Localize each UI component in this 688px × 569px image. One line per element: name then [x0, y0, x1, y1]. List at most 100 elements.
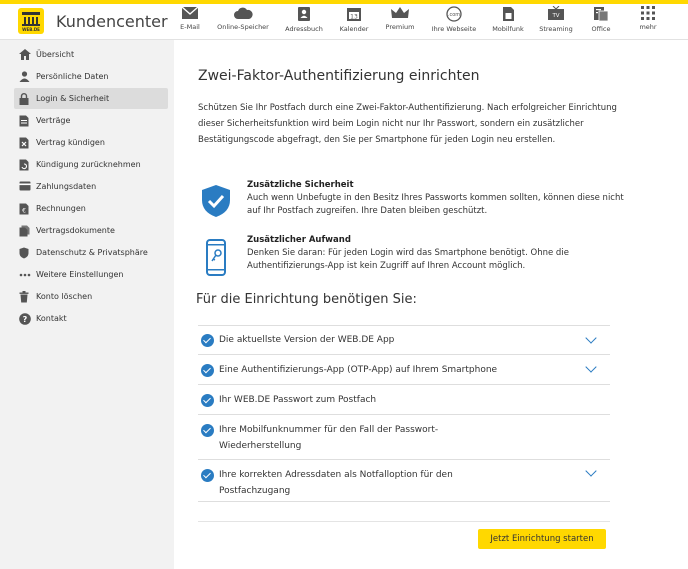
- contract-documents-icon: [19, 225, 30, 237]
- sidebar-item-label: Vertragsdokumente: [36, 226, 115, 235]
- benefit-text: Denken Sie daran: Für jeden Login wird d…: [247, 248, 569, 271]
- benefit-text: Auch wenn Unbefugte in den Besitz Ihres …: [247, 193, 624, 216]
- home-icon: [19, 49, 31, 60]
- check-icon: [201, 364, 214, 377]
- check-icon: [201, 394, 214, 407]
- chevron-down-icon[interactable]: [585, 465, 597, 477]
- requirement-label: Eine Authentifizierungs-App (OTP-App) au…: [219, 365, 498, 375]
- sidebar-item-zahlungsdaten[interactable]: Zahlungsdaten: [14, 176, 168, 197]
- euro-invoice-icon: €: [19, 203, 29, 215]
- nav-online-speicher[interactable]: Online-Speicher: [213, 6, 273, 31]
- cloud-icon: [234, 7, 253, 19]
- credit-card-icon: [19, 181, 31, 191]
- nav-label: Ihre Webseite: [431, 25, 477, 33]
- person-icon: [19, 71, 30, 82]
- sim-card-icon: [503, 7, 514, 21]
- requirement-label: Ihre Mobilfunknummer für den Fall der Pa…: [219, 425, 439, 451]
- shield-icon: [19, 247, 29, 259]
- requirement-label: Ihre korrekten Adressdaten als Notfallop…: [219, 470, 453, 496]
- sidebar-item-rechnungen[interactable]: € Rechnungen: [14, 198, 168, 219]
- chevron-down-icon[interactable]: [585, 332, 597, 344]
- nav-mehr[interactable]: mehr: [618, 6, 678, 31]
- sidebar-item-persoenliche-daten[interactable]: Persönliche Daten: [14, 66, 168, 87]
- check-icon: [201, 469, 214, 482]
- website-icon: .com: [446, 6, 462, 22]
- logo-text: WEB.DE: [22, 27, 40, 32]
- sidebar-item-label: Zahlungsdaten: [36, 182, 97, 191]
- requirement-item[interactable]: Eine Authentifizierungs-App (OTP-App) au…: [198, 354, 610, 384]
- requirement-item[interactable]: Ihre korrekten Adressdaten als Notfallop…: [198, 459, 610, 501]
- sidebar-item-label: Vertrag kündigen: [36, 138, 105, 147]
- tv-icon: TV: [548, 6, 564, 20]
- sidebar-item-vertraege[interactable]: Verträge: [14, 110, 168, 131]
- grid-icon: [641, 6, 655, 20]
- webde-logo[interactable]: WEB.DE: [18, 8, 44, 34]
- sidebar: Übersicht Persönliche Daten Login & Sich…: [0, 40, 174, 569]
- section-divider: [198, 521, 610, 522]
- sidebar-item-login-sicherheit[interactable]: Login & Sicherheit: [14, 88, 168, 109]
- sidebar-item-label: Verträge: [36, 116, 71, 125]
- benefit-title: Zusätzliche Sicherheit: [247, 180, 354, 190]
- svg-text:.com: .com: [448, 12, 460, 18]
- requirement-item: Ihre Mobilfunknummer für den Fall der Pa…: [198, 414, 610, 459]
- svg-text:13: 13: [350, 13, 358, 20]
- dots-icon: [19, 273, 31, 277]
- sidebar-item-vertragsdokumente[interactable]: Vertragsdokumente: [14, 220, 168, 241]
- sidebar-item-label: Konto löschen: [36, 292, 93, 301]
- check-icon: [201, 424, 214, 437]
- sidebar-item-weitere-einstellungen[interactable]: Weitere Einstellungen: [14, 264, 168, 285]
- smartphone-key-icon: [206, 239, 226, 276]
- undo-cancel-icon: [19, 159, 29, 171]
- sidebar-item-uebersicht[interactable]: Übersicht: [14, 44, 168, 65]
- sidebar-item-label: Datenschutz & Privatsphäre: [36, 248, 148, 257]
- calendar-icon: 13: [347, 8, 361, 21]
- requirement-item[interactable]: Die aktuellste Version der WEB.DE App: [198, 325, 610, 354]
- help-icon: ?: [19, 313, 31, 325]
- app-title: Kundencenter: [56, 12, 168, 31]
- sidebar-item-label: Übersicht: [36, 50, 75, 59]
- chevron-down-icon[interactable]: [585, 361, 597, 373]
- shield-check-icon: [202, 185, 230, 217]
- sidebar-item-label: Kontakt: [36, 314, 67, 323]
- cancel-contract-icon: [19, 137, 29, 149]
- sidebar-item-vertrag-kuendigen[interactable]: Vertrag kündigen: [14, 132, 168, 153]
- address-book-icon: [298, 7, 310, 21]
- nav-label: Premium: [385, 23, 415, 31]
- start-setup-button[interactable]: Jetzt Einrichtung starten: [478, 529, 606, 549]
- requirement-label: Die aktuellste Version der WEB.DE App: [219, 335, 395, 345]
- svg-text:TV: TV: [551, 13, 559, 19]
- sidebar-item-label: Login & Sicherheit: [36, 94, 110, 103]
- sidebar-item-kontakt[interactable]: ? Kontakt: [14, 308, 168, 329]
- nav-label: Online-Speicher: [217, 23, 269, 31]
- requirements-heading: Für die Einrichtung benötigen Sie:: [196, 292, 417, 307]
- sidebar-item-label: Persönliche Daten: [36, 72, 109, 81]
- benefit-security: Zusätzliche Sicherheit Auch wenn Unbefug…: [198, 180, 638, 220]
- sidebar-item-label: Weitere Einstellungen: [36, 270, 124, 279]
- list-divider: [198, 501, 610, 502]
- svg-text:?: ?: [23, 315, 28, 324]
- sidebar-item-datenschutz[interactable]: Datenschutz & Privatsphäre: [14, 242, 168, 263]
- mail-icon: [181, 6, 199, 19]
- lock-icon: [19, 93, 29, 105]
- nav-label: mehr: [639, 23, 657, 31]
- document-icon: [19, 115, 29, 127]
- benefit-title: Zusätzlicher Aufwand: [247, 235, 351, 245]
- sidebar-item-kuendigung-zuruecknehmen[interactable]: Kündigung zurücknehmen: [14, 154, 168, 175]
- nav-email[interactable]: E-Mail: [160, 6, 220, 31]
- nav-webseite[interactable]: .com Ihre Webseite: [424, 6, 484, 33]
- sidebar-item-label: Rechnungen: [36, 204, 86, 213]
- main-content: Zwei-Faktor-Authentifizierung einrichten…: [174, 40, 688, 569]
- intro-text: Schützen Sie Ihr Postfach durch eine Zwe…: [198, 103, 617, 145]
- sidebar-item-konto-loeschen[interactable]: Konto löschen: [14, 286, 168, 307]
- header: WEB.DE Kundencenter E-Mail Online-Speich…: [0, 4, 688, 40]
- requirement-item: Ihr WEB.DE Passwort zum Postfach: [198, 384, 610, 414]
- benefit-effort: Zusätzlicher Aufwand Denken Sie daran: F…: [198, 235, 638, 276]
- check-icon: [201, 334, 214, 347]
- nav-premium[interactable]: Premium: [370, 6, 430, 31]
- trash-icon: [19, 291, 29, 303]
- crown-icon: [391, 7, 409, 18]
- page-title: Zwei-Faktor-Authentifizierung einrichten: [198, 68, 480, 84]
- svg-text:€: €: [22, 207, 26, 214]
- requirement-label: Ihr WEB.DE Passwort zum Postfach: [219, 395, 377, 405]
- office-icon: [594, 7, 609, 22]
